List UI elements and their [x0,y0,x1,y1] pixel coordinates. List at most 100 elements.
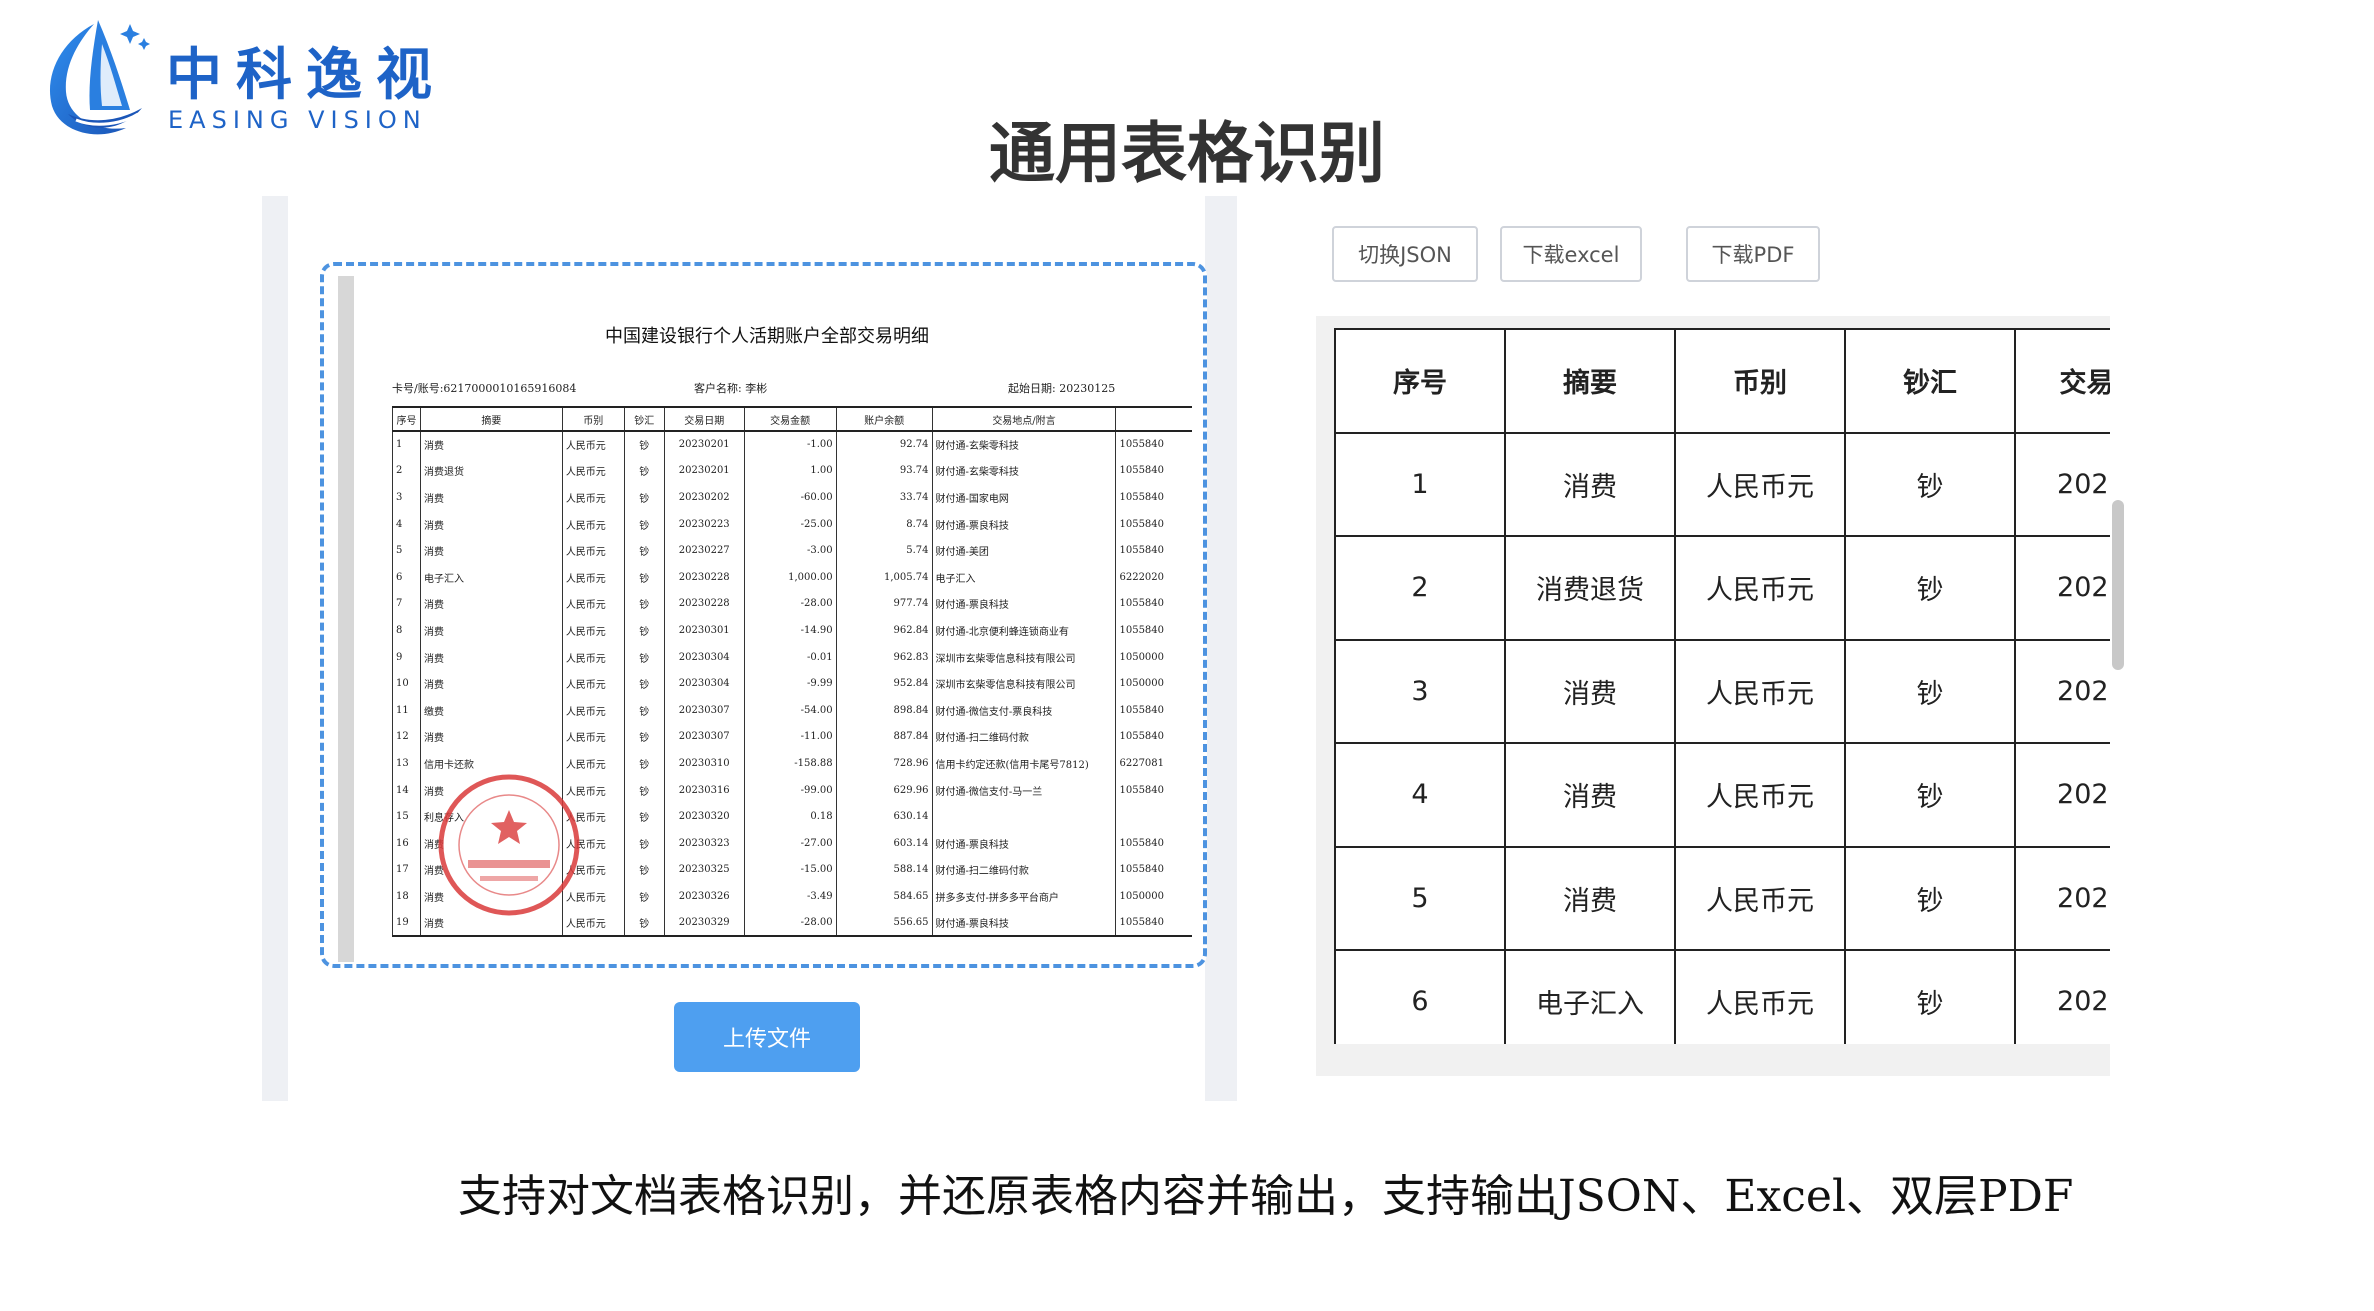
document-table-cell: 887.84 [835,723,933,751]
document-table-cell: 缴费 [419,696,563,724]
document-table-cell: 3 [392,484,421,511]
result-table-cell: 4 [1334,742,1506,848]
document-table-cell: 5 [392,537,421,564]
document-table-cell: 电子汇入 [419,563,563,591]
switch-json-button[interactable]: 切换JSON [1332,226,1478,282]
document-table-cell: 财付通-玄柴零科技 [931,431,1116,458]
document-table-cell: -3.00 [743,537,837,564]
document-table-row: 7 消费 人民币元钞 20230228 -28.00 977.74 财付通-票良科技 1055… [392,590,1192,618]
vertical-scrollbar[interactable] [2112,500,2124,670]
result-table-cell: 消费退货 [1504,535,1676,641]
result-table-cell: 钞 [1844,638,2016,744]
result-table-cell: 人民币元 [1674,535,1846,641]
brand-name-cn: 中科逸视 [166,43,446,108]
document-table-cell: 消费 [419,723,563,751]
result-table-cell: 20230 [2014,431,2110,537]
result-table-viewport[interactable]: 序号摘要币别钞汇交易日 1消费人民币元钞202302消费退货人民币元钞20230… [1316,316,2110,1076]
document-table-cell: 20230304 [663,643,745,671]
document-table-cell: 588.14 [835,856,933,884]
result-column-header: 摘要 [1504,328,1676,434]
document-table-cell: 消费 [419,510,563,538]
document-table-cell: 财付通-微信支付-票良科技 [931,696,1116,724]
result-table-cell: 5 [1334,845,1506,951]
document-table-row: 5 消费 人民币元钞 20230227 -3.00 5.74 财付通-美团 1055840 [392,537,1192,564]
document-table-cell: 钞 [623,829,665,857]
result-column-header: 序号 [1334,328,1506,434]
document-table-row: 2 消费退货 人民币元钞 20230201 1.00 93.74 财付通-玄柴零科技 1055… [392,457,1192,485]
document-table-cell: 人民币元 [561,510,625,538]
document-table-cell: 人民币元 [561,537,625,564]
document-table-cell: 629.96 [835,776,933,804]
document-table-cell: 消费 [419,431,563,458]
panel-edge-left [262,196,288,1101]
document-table-cell: -28.00 [743,909,837,938]
result-table: 序号摘要币别钞汇交易日 1消费人民币元钞202302消费退货人民币元钞20230… [1334,328,2110,1044]
document-table-cell: 93.74 [835,457,933,485]
result-table-cell: 人民币元 [1674,431,1846,537]
document-table-cell: -14.90 [743,617,837,644]
document-table-cell: -15.00 [743,856,837,884]
document-table-row: 9 消费 人民币元钞 20230304 -0.01 962.83 深圳市玄柴零信息科技有限公… [392,643,1192,671]
document-table-cell: 556.65 [835,909,933,938]
result-table-cell: 钞 [1844,535,2016,641]
document-table-cell: 9 [392,643,421,671]
document-table-row: 10 消费 人民币元钞 20230304 -9.99 952.84 深圳市玄柴零信息科技有限… [392,670,1192,697]
document-table-cell: 电子汇入 [931,563,1116,591]
document-table-cell: 人民币元 [561,617,625,644]
document-table-cell: -28.00 [743,590,837,618]
document-table-cell: 20230307 [663,696,745,724]
result-table-cell: 6 [1334,949,1506,1044]
document-table-cell: 人民币元 [561,484,625,511]
download-excel-button[interactable]: 下载excel [1500,226,1642,282]
document-table-cell: -27.00 [743,829,837,857]
document-table-cell: 630.14 [835,803,933,830]
document-table-cell: 4 [392,510,421,538]
document-table-cell: 20230201 [663,431,745,458]
seal-stamp-icon [438,774,580,916]
document-table-cell: 20230223 [663,510,745,538]
document-table-row: 11 缴费 人民币元钞 20230307 -54.00 898.84 财付通-微信支付-票良… [392,696,1192,724]
document-table-cell: 1055840 [1115,829,1192,857]
document-table-cell: 钞 [623,670,665,697]
document-table-cell: 1055840 [1115,696,1192,724]
download-pdf-button[interactable]: 下载PDF [1686,226,1820,282]
file-drop-zone[interactable]: 中国建设银行个人活期账户全部交易明细 卡号/账号:621700001016591… [320,262,1207,968]
upload-file-button[interactable]: 上传文件 [674,1002,860,1072]
result-panel: 切换JSON 下载excel 下载PDF 序号摘要币别钞汇交易日 1消费人民币元… [1310,196,2110,1076]
document-table-cell: 钞 [623,909,665,938]
document-column-header: 账户余额 [835,406,933,432]
result-table-cell: 1 [1334,431,1506,537]
panel-edge-right [1205,196,1237,1101]
document-table-cell: 1055840 [1115,457,1192,485]
document-customer-name: 客户名称: 李彬 [694,382,768,395]
result-table-cell: 人民币元 [1674,742,1846,848]
result-table-cell: 消费 [1504,431,1676,537]
document-table-cell: 人民币元 [561,696,625,724]
document-card-number: 卡号/账号:6217000010165916084 [392,382,577,395]
document-table-cell: 20230323 [663,829,745,857]
document-table-cell: 财付通-票良科技 [931,510,1116,538]
document-table-cell: 人民币元 [561,431,625,458]
document-table-cell: 消费退货 [419,457,563,485]
result-table-cell: 20230 [2014,742,2110,848]
document-table-cell: 钞 [623,484,665,511]
document-table-cell: 13 [392,750,421,777]
document-edge [338,276,354,962]
document-table-cell: 8 [392,617,421,644]
document-table-cell: 1 [392,431,421,458]
result-table-cell: 3 [1334,638,1506,744]
document-table-cell: 财付通-票良科技 [931,590,1116,618]
document-table-cell: 钞 [623,776,665,804]
document-table-cell: 人民币元 [561,590,625,618]
document-table-cell: 钞 [623,617,665,644]
document-column-header: 交易地点/附言 [931,406,1116,432]
document-table-cell: 20230301 [663,617,745,644]
document-table-cell: 603.14 [835,829,933,857]
result-column-header: 币别 [1674,328,1846,434]
document-table-cell: 钞 [623,750,665,777]
document-table-cell: 20230326 [663,883,745,910]
document-column-header [1115,406,1192,432]
document-table-cell: 6227081 [1115,750,1192,777]
document-table-cell: -0.01 [743,643,837,671]
document-table-cell: 20230316 [663,776,745,804]
